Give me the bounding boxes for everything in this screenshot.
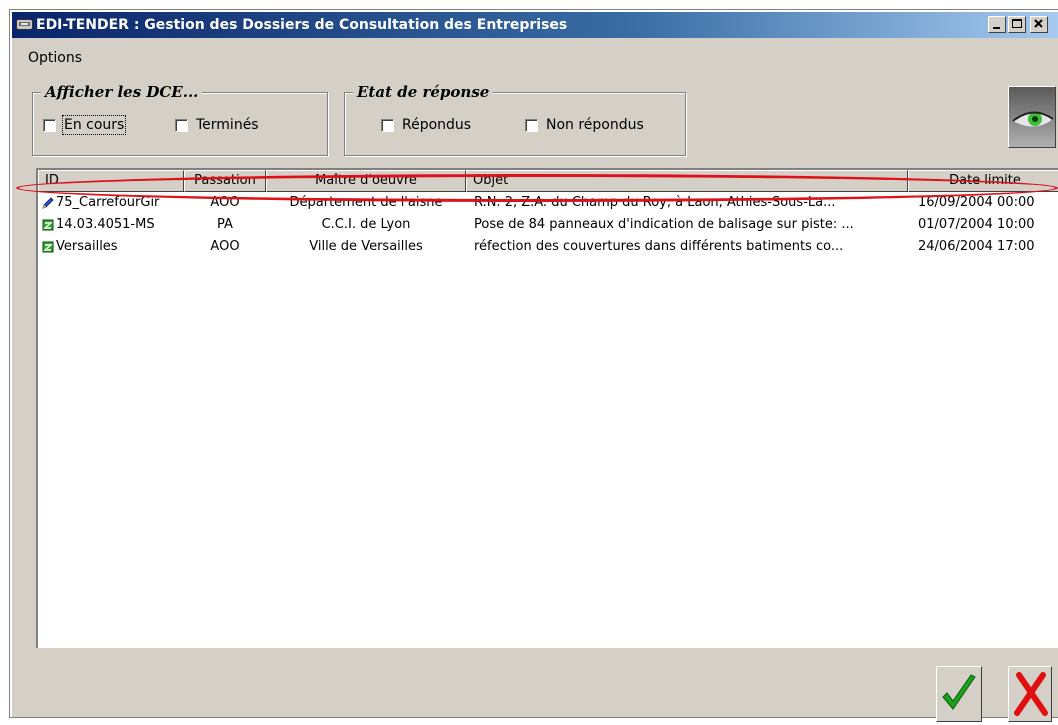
non-repondus-label: Non répondus (546, 117, 644, 133)
en-cours-label: En cours (61, 115, 127, 135)
column-header-date-limite[interactable]: Date limite (908, 170, 1058, 192)
app-window: EDI-TENDER : Gestion des Dossiers de Con… (9, 9, 1058, 722)
repondus-checkbox[interactable]: Répondus (381, 117, 471, 133)
cell-passation: AOO (210, 195, 240, 210)
dce-filter-legend: Afficher les DCE... (41, 83, 203, 101)
maximize-button[interactable] (1008, 16, 1026, 33)
etat-filter-legend: Etat de réponse (353, 83, 494, 101)
cell-date-limite: 24/06/2004 17:00 (918, 239, 1035, 254)
table-row[interactable]: Versailles AOO Ville de Versailles réfec… (38, 236, 1058, 258)
cell-objet: Pose de 84 panneaux d'indication de bali… (474, 217, 854, 232)
termines-checkbox[interactable]: Terminés (175, 117, 259, 133)
view-button[interactable] (1008, 86, 1056, 148)
cell-id: 75_CarrefourGir (56, 195, 160, 210)
cell-date-limite: 16/09/2004 00:00 (918, 195, 1035, 210)
cell-maitre-oeuvre: Ville de Versailles (309, 239, 423, 254)
checkbox-box[interactable] (381, 118, 394, 132)
column-header-maitre-oeuvre[interactable]: Maître d'oeuvre (266, 170, 466, 192)
en-cours-checkbox[interactable]: En cours (43, 115, 127, 135)
close-icon (1034, 19, 1043, 28)
menu-options[interactable]: Options (28, 50, 82, 66)
cell-id: Versailles (56, 239, 118, 254)
minimize-button[interactable] (988, 16, 1006, 33)
non-repondus-checkbox[interactable]: Non répondus (525, 117, 644, 133)
cell-objet: R.N. 2, Z.A. du Champ du Roy, à Laon, At… (474, 195, 836, 210)
cell-id: 14.03.4051-MS (56, 217, 155, 232)
checkmark-icon (942, 674, 976, 710)
column-header-id[interactable]: ID (38, 170, 184, 192)
cell-passation: PA (217, 217, 233, 232)
app-icon (16, 19, 33, 30)
folder-icon (42, 241, 54, 253)
cell-date-limite: 01/07/2004 10:00 (918, 217, 1035, 232)
cancel-button[interactable] (1008, 666, 1052, 722)
menu-bar: Options (28, 50, 82, 66)
cell-passation: AOO (210, 239, 240, 254)
edit-document-icon (42, 197, 54, 209)
minimize-icon (993, 27, 1000, 29)
cross-icon (1014, 672, 1048, 716)
table-row[interactable]: 75_CarrefourGir AOO Département de l'ais… (38, 192, 1058, 214)
column-header-passation[interactable]: Passation (184, 170, 266, 192)
close-button[interactable] (1030, 16, 1048, 33)
termines-label: Terminés (196, 117, 259, 133)
cell-maitre-oeuvre: Département de l'aisne (289, 195, 443, 210)
title-bar[interactable]: EDI-TENDER : Gestion des Dossiers de Con… (12, 12, 1058, 38)
folder-icon (42, 219, 54, 231)
checkbox-box[interactable] (525, 118, 538, 132)
etat-filter-group: Etat de réponse Répondus Non répondus (344, 83, 686, 156)
repondus-label: Répondus (402, 117, 472, 133)
cell-objet: réfection des couvertures dans différent… (474, 239, 844, 254)
window-title: EDI-TENDER : Gestion des Dossiers de Con… (36, 17, 568, 33)
ok-button[interactable] (936, 666, 982, 722)
checkbox-box[interactable] (175, 118, 188, 132)
cell-maitre-oeuvre: C.C.I. de Lyon (321, 217, 411, 232)
dce-filter-group: Afficher les DCE... En cours Terminés (32, 83, 328, 156)
eye-icon (1009, 87, 1055, 147)
table-row[interactable]: 14.03.4051-MS PA C.C.I. de Lyon Pose de … (38, 214, 1058, 236)
maximize-icon (1012, 19, 1022, 28)
column-header-objet[interactable]: Objet (466, 170, 908, 192)
checkbox-box[interactable] (43, 118, 56, 132)
dce-list[interactable]: ID Passation Maître d'oeuvre Objet Date … (36, 168, 1058, 648)
